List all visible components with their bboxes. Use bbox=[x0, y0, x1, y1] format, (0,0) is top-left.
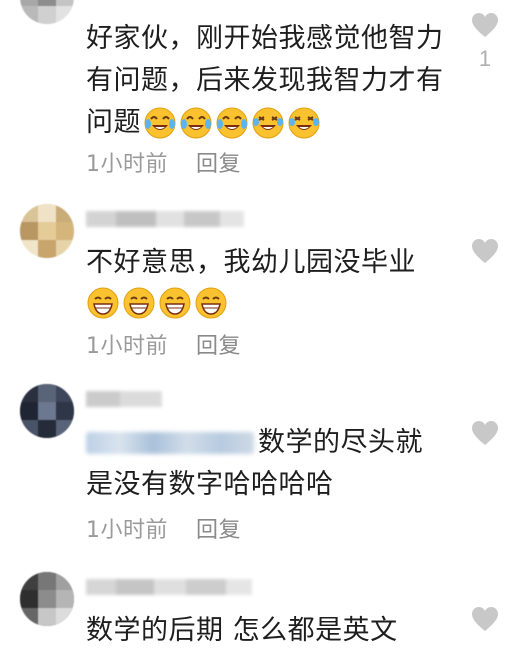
grin-icon bbox=[123, 287, 155, 319]
comment-text: 不好意思，我幼儿园没毕业 bbox=[86, 242, 416, 284]
comment-text-line: 有问题，后来发现我智力才有 bbox=[86, 65, 444, 96]
comment-text-line: 问题 bbox=[86, 107, 141, 138]
username-blurred bbox=[86, 208, 244, 230]
avatar[interactable] bbox=[20, 572, 74, 626]
grin-icon bbox=[87, 287, 119, 319]
grin-icon bbox=[195, 287, 227, 319]
grin-icon bbox=[159, 287, 191, 319]
reply-button[interactable]: 回复 bbox=[196, 146, 241, 178]
laugh-cry-icon bbox=[180, 107, 212, 139]
comment-text: 数学的尽头就 是没有数字哈哈哈哈 bbox=[86, 422, 423, 506]
like-button[interactable] bbox=[470, 420, 500, 446]
comment-text-line: 不好意思，我幼儿园没毕业 bbox=[86, 247, 416, 278]
comment-text-line: 数学的后期 怎么都是英文 bbox=[86, 615, 398, 646]
laugh-cry-icon bbox=[252, 107, 284, 139]
comment-meta: 1小时前 回复 bbox=[86, 146, 241, 178]
comment-time: 1小时前 bbox=[86, 518, 168, 543]
like-button[interactable]: 1 bbox=[470, 12, 500, 72]
laugh-cry-icon bbox=[144, 107, 176, 139]
comment-time: 1小时前 bbox=[86, 334, 168, 359]
username-blurred bbox=[86, 388, 162, 410]
heart-icon[interactable] bbox=[471, 420, 499, 446]
comment-meta: 1小时前 回复 bbox=[86, 328, 241, 360]
comment-text-line: 是没有数字哈哈哈哈 bbox=[86, 469, 334, 500]
comment-meta: 1小时前 回复 bbox=[86, 512, 241, 544]
comment-item: 不好意思，我幼儿园没毕业 1小时前 回复 bbox=[0, 190, 515, 370]
like-button[interactable] bbox=[470, 238, 500, 264]
comment-time: 1小时前 bbox=[86, 152, 168, 177]
avatar[interactable] bbox=[20, 0, 74, 24]
heart-icon[interactable] bbox=[471, 12, 499, 38]
like-button[interactable] bbox=[470, 606, 500, 632]
laugh-cry-icon bbox=[216, 107, 248, 139]
avatar[interactable] bbox=[20, 204, 74, 258]
heart-icon[interactable] bbox=[471, 238, 499, 264]
comment-text: 数学的后期 怎么都是英文 bbox=[86, 610, 398, 652]
comment-item: 数学的尽头就 是没有数字哈哈哈哈 1小时前 回复 bbox=[0, 370, 515, 560]
like-count: 1 bbox=[478, 46, 492, 71]
reply-button[interactable]: 回复 bbox=[196, 512, 241, 544]
comment-item: 数学的后期 怎么都是英文 bbox=[0, 560, 515, 651]
emoji-group bbox=[86, 286, 228, 320]
comment-text-line: 好家伙，刚开始我感觉他智力 bbox=[86, 23, 444, 54]
comment-item: 好家伙，刚开始我感觉他智力 有问题，后来发现我智力才有 问题 1小时前 回复 1 bbox=[0, 0, 515, 190]
reply-button[interactable]: 回复 bbox=[196, 328, 241, 360]
emoji-group bbox=[143, 106, 321, 140]
avatar[interactable] bbox=[20, 384, 74, 438]
blurred-mention bbox=[86, 432, 254, 454]
comment-text-line: 数学的尽头就 bbox=[258, 427, 423, 458]
username-blurred bbox=[86, 576, 252, 598]
laugh-cry-icon bbox=[288, 107, 320, 139]
heart-icon[interactable] bbox=[471, 606, 499, 632]
comment-text: 好家伙，刚开始我感觉他智力 有问题，后来发现我智力才有 问题 bbox=[86, 18, 444, 144]
